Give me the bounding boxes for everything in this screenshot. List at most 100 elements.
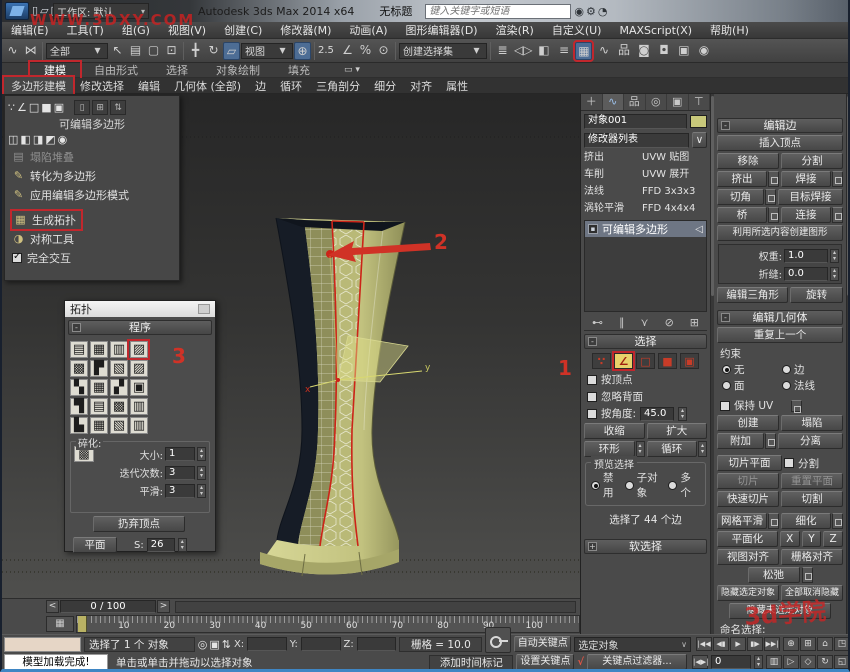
weld-button[interactable]: 焊接	[781, 171, 831, 187]
topology-pattern-button[interactable]: ▥	[130, 417, 148, 434]
discard-vertices-button[interactable]: 扔弃顶点	[93, 516, 185, 532]
iterations-field[interactable]: 3	[165, 465, 195, 480]
topology-pattern-button[interactable]: ▥	[130, 398, 148, 415]
orbit-subobject-icon[interactable]: ▷	[783, 655, 799, 669]
hierarchy-tab[interactable]: 品	[624, 94, 646, 110]
create-tab[interactable]: ＋	[581, 94, 603, 110]
workspace-dropdown[interactable]: 工作区: 默认 ▾	[53, 3, 149, 19]
reset-plane-button[interactable]: 重置平面	[781, 473, 843, 489]
mirror-icon[interactable]: ◁▷	[514, 42, 532, 60]
topology-dialog-titlebar[interactable]: 拓扑	[65, 301, 215, 317]
material-editor-icon[interactable]: ◙	[635, 42, 652, 60]
new-file-icon[interactable]: ▯	[32, 3, 38, 19]
make-planar-button[interactable]: 平面化	[717, 531, 778, 547]
modifier-button[interactable]: 涡轮平滑	[584, 202, 640, 217]
modifier-button[interactable]: 法线	[584, 185, 640, 200]
ignore-backfacing-checkbox[interactable]	[587, 391, 597, 402]
bridge-settings-icon[interactable]	[768, 207, 779, 223]
menu-item[interactable]: 创建(C)	[215, 22, 271, 38]
convert-to-poly-item[interactable]: ✎ 转化为多边形	[8, 166, 176, 185]
select-and-link-icon[interactable]: ∿	[4, 42, 21, 60]
configure-modifier-sets-icon[interactable]: ⊞	[690, 316, 699, 329]
ring-spinner[interactable]	[635, 441, 645, 457]
play-icon[interactable]: ▶	[730, 637, 747, 651]
apply-editpoly-mode-item[interactable]: ✎ 应用编辑多边形模式	[8, 185, 176, 204]
topology-pattern-button[interactable]: ▣	[130, 379, 148, 396]
menu-item[interactable]: 视图(V)	[159, 22, 215, 38]
y-coordinate-field[interactable]	[300, 637, 341, 651]
ribbon-panel-tab[interactable]: 属性	[439, 77, 475, 95]
create-button[interactable]: 创建	[717, 415, 779, 431]
help-wrench-icon[interactable]: ⚙	[586, 5, 596, 18]
window-crossing-icon[interactable]: ⊡	[163, 42, 180, 60]
prev-frame-icon[interactable]: ◀▮	[713, 637, 730, 651]
procedures-rollout-header[interactable]: - 程序	[68, 320, 212, 335]
loop-button[interactable]: 循环	[646, 441, 697, 457]
object-color-swatch[interactable]	[690, 115, 707, 128]
expand-icon[interactable]: +	[588, 542, 597, 551]
size-spinner[interactable]	[197, 447, 206, 461]
slice-button[interactable]: 切片	[717, 473, 779, 489]
preserve-uv-checkbox[interactable]	[720, 400, 730, 411]
full-interactive-item[interactable]: 完全交互	[8, 248, 176, 267]
by-vertex-checkbox[interactable]	[587, 374, 597, 385]
object-name-field[interactable]: 对象001	[584, 114, 687, 129]
border-subobject-icon[interactable]: □	[636, 353, 655, 369]
search-icon[interactable]: ◉	[574, 5, 584, 18]
preserve-uv-settings-icon[interactable]	[791, 399, 803, 413]
go-end-icon[interactable]: ▶▶|	[764, 637, 781, 651]
weight-spinner[interactable]	[830, 248, 839, 263]
topology-pattern-button[interactable]: ▩	[110, 398, 128, 415]
topology-pattern-button[interactable]: ▦	[90, 417, 108, 434]
layer-manager-icon[interactable]: ≡	[555, 42, 572, 60]
set-key-button[interactable]: 设置关键点	[516, 654, 575, 669]
menu-item[interactable]: 工具(T)	[58, 22, 113, 38]
select-move-icon[interactable]: ╋	[187, 42, 204, 60]
dialog-corner-icon[interactable]	[198, 304, 210, 314]
topology-pattern-button[interactable]: ▦	[90, 341, 108, 358]
menu-item[interactable]: 组(G)	[113, 22, 159, 38]
preview-multi-radio[interactable]: 多个	[668, 470, 700, 500]
attach-button[interactable]: 附加	[717, 433, 764, 449]
topology-pattern-button[interactable]: ▩	[70, 360, 88, 377]
selection-lock-icon[interactable]: ▣	[209, 638, 219, 651]
extrude-button[interactable]: 挤出	[717, 171, 767, 187]
select-by-name-icon[interactable]: ▤	[127, 42, 144, 60]
ribbon-panel-tab[interactable]: 三角剖分	[309, 77, 367, 95]
modifier-button[interactable]: 挤出	[584, 151, 640, 166]
vertex-mode-icon[interactable]: ∵	[8, 101, 15, 114]
display-tab[interactable]: ▣	[667, 94, 689, 110]
topology-pattern-button[interactable]: ▤	[70, 341, 88, 358]
insert-vertex-button[interactable]: 插入顶点	[717, 135, 843, 151]
plane-button[interactable]: 平面	[73, 537, 117, 553]
menu-item[interactable]: 动画(A)	[340, 22, 396, 38]
render-setup-icon[interactable]: ◘	[655, 42, 672, 60]
current-frame-marker[interactable]	[78, 616, 87, 632]
chamfer-button[interactable]: 切角	[717, 189, 764, 205]
angle-spinner[interactable]	[678, 406, 688, 421]
z-coordinate-field[interactable]	[356, 637, 397, 651]
set-key-toggle-icon[interactable]	[485, 627, 512, 653]
selection-rollout-header[interactable]: - 选择	[584, 334, 707, 349]
select-scale-icon[interactable]: ▱	[223, 41, 240, 60]
collapse-icon[interactable]: -	[721, 121, 730, 130]
unhide-all-button[interactable]: 全部取消隐藏	[781, 585, 843, 601]
smooth-field[interactable]: 3	[165, 483, 195, 498]
repeat-last-button[interactable]: 重复上一个	[717, 327, 843, 343]
ring-button[interactable]: 环形	[584, 441, 635, 457]
extrude-settings-icon[interactable]	[768, 171, 779, 187]
menu-item[interactable]: 渲染(R)	[487, 22, 543, 38]
ribbon-minimize-icon[interactable]: ▭ ▾	[338, 65, 366, 75]
topology-pattern-button[interactable]: ▨	[130, 341, 148, 358]
detach-button[interactable]: 分离	[778, 433, 843, 449]
orbit-icon[interactable]: ↻	[817, 655, 833, 669]
motion-tab[interactable]: ◎	[646, 94, 667, 110]
create-shape-button[interactable]: 利用所选内容创建图形	[717, 225, 843, 241]
key-filters-button[interactable]: 关键点过滤器...	[587, 654, 687, 669]
angle-snap-icon[interactable]: ∠	[339, 42, 356, 60]
ribbon-panel-tab[interactable]: 边	[248, 77, 273, 95]
edge-mode-icon[interactable]: ∠	[17, 101, 27, 114]
constraint-none-radio[interactable]: 无	[722, 362, 778, 377]
ribbon-panel-tab[interactable]: 多边形建模	[2, 74, 75, 97]
search-input[interactable]	[425, 3, 572, 19]
